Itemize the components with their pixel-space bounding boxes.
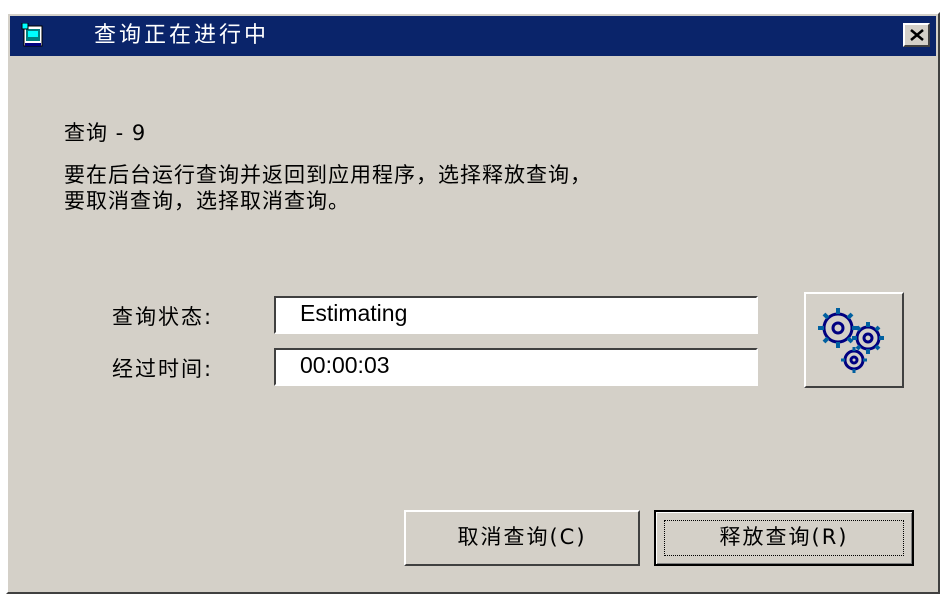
close-icon bbox=[910, 29, 924, 41]
title-bar[interactable]: 查询正在进行中 bbox=[10, 16, 936, 56]
elapsed-time-label: 经过时间: bbox=[112, 357, 214, 381]
app-icon bbox=[21, 23, 43, 47]
release-query-label: 释放查询(R) bbox=[719, 525, 849, 549]
window-title: 查询正在进行中 bbox=[94, 23, 270, 48]
instruction-line-1: 要在后台运行查询并返回到应用程序，选择释放查询， bbox=[64, 163, 592, 187]
elapsed-time-field: 00:00:03 bbox=[274, 348, 758, 386]
progress-animation bbox=[804, 292, 904, 388]
release-query-button[interactable]: 释放查询(R) bbox=[654, 510, 914, 566]
cancel-query-button[interactable]: 取消查询(C) bbox=[404, 510, 640, 566]
gears-icon bbox=[818, 308, 884, 373]
cancel-query-label: 取消查询(C) bbox=[457, 525, 587, 549]
close-button[interactable] bbox=[903, 23, 930, 47]
query-name-text: 查询 - 9 bbox=[64, 121, 147, 145]
status-field: Estimating bbox=[274, 296, 758, 334]
status-label: 查询状态: bbox=[112, 305, 214, 329]
instruction-line-2: 要取消查询，选择取消查询。 bbox=[64, 189, 350, 213]
dialog-window: 查询正在进行中 查询 - 9 要在后台运行查询并返回到应用程序，选择释放查询， … bbox=[6, 12, 940, 594]
